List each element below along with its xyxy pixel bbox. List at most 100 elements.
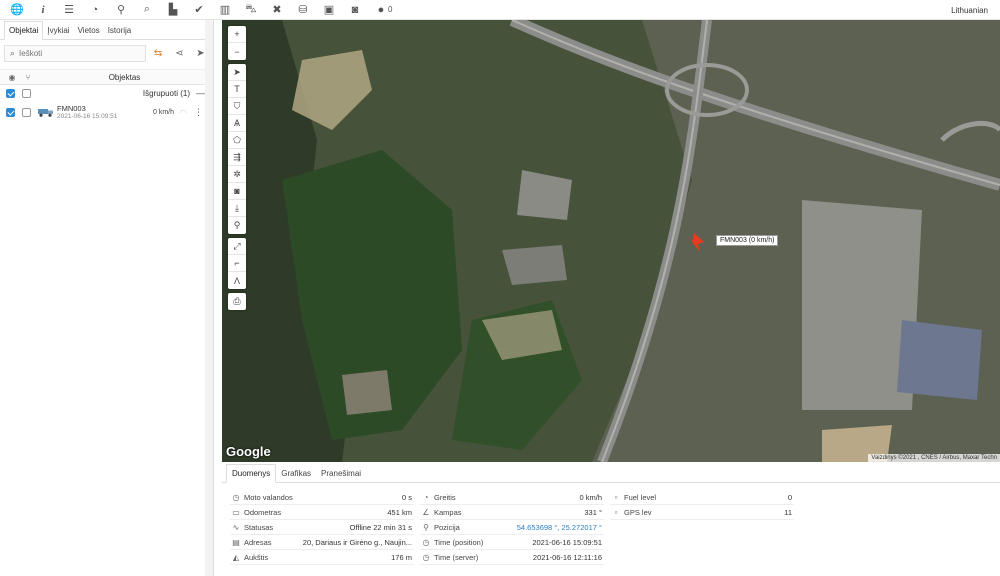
tab-ivykiai[interactable]: Įvykiai	[43, 22, 73, 39]
detail-value: 20, Dariaus ir Girėno g., Naujin...	[302, 537, 412, 547]
print-icon[interactable]: ⎙	[228, 293, 246, 310]
camera-icon[interactable]: ◙	[342, 0, 368, 20]
tools-icon[interactable]: ✖	[264, 0, 290, 20]
object-column-title: Objektas	[108, 72, 141, 82]
info-icon[interactable]: i	[30, 0, 56, 20]
zoom-in-icon[interactable]: +	[228, 26, 246, 43]
speed-icon: ◔	[423, 492, 429, 502]
object-time: 2021-06-16 15:09:51	[57, 113, 118, 120]
tab-vietos[interactable]: Vietos	[74, 22, 104, 39]
tab-pranesimai[interactable]: Pranešimai	[316, 465, 366, 482]
detail-row: ▫ Fuel level 0	[610, 490, 794, 505]
search-input[interactable]	[19, 48, 140, 58]
top-toolbar: 🌐 i ☰ ◔ ⚲ ⌕ ▙ ✔ ▥ ⛍ ✖ ⛁ ▣ ◙ ● 0 Lithuani…	[0, 0, 1000, 20]
detail-row: ◷ Time (position) 2021-06-16 15:09:51	[420, 535, 604, 550]
detail-label: Moto valandos	[244, 492, 293, 502]
car-icon[interactable]: ⛍	[238, 0, 264, 20]
check-icon[interactable]: ✔	[186, 0, 212, 20]
area-icon[interactable]: Λ	[228, 272, 246, 289]
status-icon: ∿	[232, 522, 240, 532]
refresh-icon[interactable]: ⇆	[150, 45, 167, 62]
position-icon: ⚲	[423, 522, 429, 532]
detail-label: Odometras	[244, 507, 282, 517]
left-panel: Objektai Įvykiai Vietos Istorija ⌕ ⇆ ⋖ ➤…	[0, 20, 214, 576]
menu-icon[interactable]: ☰	[56, 0, 82, 20]
detail-value: 0 km/h	[579, 492, 602, 502]
map-attribution: Vaizdinys ©2021 , CNES / Airbus, Maxar T…	[868, 454, 1000, 462]
fullscreen-icon[interactable]: ⤢	[228, 238, 246, 255]
details-columns: ◷ Moto valandos 0 s ▭ Odometras 451 km ∿ Stat…	[222, 483, 1000, 565]
traffic-icon[interactable]: ✲	[228, 166, 246, 183]
tab-objektai[interactable]: Objektai	[4, 21, 44, 40]
details-panel: Duomenys Grafikas Pranešimai ◷ Moto valan…	[222, 462, 1000, 576]
position-link[interactable]: 54.653698 °, 25.272017 °	[517, 523, 604, 532]
object-speed: 0 km/h	[152, 108, 174, 116]
detail-row: ◔ Greitis 0 km/h	[420, 490, 604, 505]
detail-label: Statusas	[244, 522, 274, 532]
eye-icon[interactable]: ◉	[4, 73, 20, 82]
ruler-icon[interactable]: ⌐	[228, 255, 246, 272]
gps-icon: ▫	[614, 507, 618, 517]
view-group: ⤢ ⌐ Λ	[228, 238, 246, 289]
detail-label: Pozicija	[434, 522, 460, 532]
chat-count: 0	[388, 5, 393, 14]
tab-istorija[interactable]: Istorija	[104, 22, 136, 39]
print-group: ⎙	[228, 293, 246, 310]
polygon-icon[interactable]: ⬠	[228, 132, 246, 149]
language-label: Lithuanian	[951, 5, 988, 15]
search-icon[interactable]: ⌕	[134, 0, 160, 20]
download-icon[interactable]: ⤓	[228, 200, 246, 217]
detail-value: 0	[787, 492, 792, 502]
calendar-icon[interactable]: ▣	[316, 0, 342, 20]
detail-value: 331 °	[584, 507, 602, 517]
follow-icon[interactable]: ⑂	[20, 73, 36, 82]
object-list-header: ◉ ⑂ Objektas	[0, 69, 213, 85]
signal-icon: ◠	[180, 107, 187, 117]
group-follow-checkbox[interactable]	[22, 88, 31, 98]
navigate-icon[interactable]: ➤	[228, 64, 246, 81]
pin-icon[interactable]: ⚲	[108, 0, 134, 20]
detail-row: ◷ Moto valandos 0 s	[230, 490, 414, 505]
detail-label: Aukštis	[244, 552, 269, 562]
text-icon[interactable]: T	[228, 81, 246, 98]
object-follow-checkbox[interactable]	[22, 107, 31, 117]
detail-row: ⚲ Pozicija 54.653698 °, 25.272017 °	[420, 520, 604, 535]
zoom-out-icon[interactable]: −	[228, 43, 246, 60]
marker-icon[interactable]: ⚲	[228, 217, 246, 234]
vehicle-marker-label[interactable]: FMN003 (0 km/h)	[716, 235, 779, 246]
database-icon[interactable]: ⛁	[290, 0, 316, 20]
share-icon[interactable]: ⋖	[171, 45, 188, 62]
detail-label: GPS lev	[624, 507, 652, 517]
object-visible-checkbox[interactable]	[6, 107, 15, 117]
language-select[interactable]: Lithuanian	[945, 3, 994, 17]
route-icon[interactable]: ⇶	[228, 149, 246, 166]
road-icon[interactable]: Ѧ	[228, 115, 246, 132]
time-icon: ◷	[422, 537, 430, 547]
gauge-icon[interactable]: ◔	[82, 0, 108, 20]
tab-duomenys[interactable]: Duomenys	[226, 464, 277, 483]
chart-icon[interactable]: ▙	[160, 0, 186, 20]
altitude-icon: ◭	[232, 552, 240, 562]
group-visible-checkbox[interactable]	[6, 88, 15, 98]
book-icon[interactable]: ▥	[212, 0, 238, 20]
detail-row: ◷ Time (server) 2021-06-16 12:11:16	[420, 550, 604, 565]
details-col-2: ◔ Greitis 0 km/h ∠ Kampas 331 ° ⚲ Pozicija 54.…	[420, 490, 604, 565]
shield-icon[interactable]: ⛉	[228, 98, 246, 115]
detail-label: Greitis	[434, 492, 456, 502]
left-scrollbar[interactable]	[205, 20, 213, 576]
photo-icon[interactable]: ◙	[228, 183, 246, 200]
detail-value: 2021-06-16 12:11:16	[532, 552, 602, 562]
group-label: Išgrupuoti (1)	[142, 88, 190, 98]
collapse-icon[interactable]: —	[196, 88, 205, 98]
detail-label: Kampas	[434, 507, 462, 517]
detail-row: ▤ Adresas 20, Dariaus ir Girėno g., Naujin…	[230, 535, 414, 550]
detail-row: ▫ GPS lev 11	[610, 505, 794, 520]
map-view[interactable]: + − ➤ T ⛉ Ѧ ⬠ ⇶ ✲ ◙ ⤓ ⚲ ⤢ ⌐ Λ ⎙ FMN003 (…	[222, 20, 1000, 462]
odometer-icon: ▭	[232, 507, 240, 517]
list-item[interactable]: FMN003 2021-06-16 15:09:51 0 km/h ◠ ⋮	[0, 101, 213, 123]
tab-grafikas[interactable]: Grafikas	[276, 465, 316, 482]
detail-label: Time (position)	[434, 537, 484, 547]
more-icon[interactable]: ⋮	[194, 107, 203, 118]
globe-icon[interactable]: 🌐	[4, 0, 30, 20]
detail-row: ◭ Aukštis 176 m	[230, 550, 414, 565]
